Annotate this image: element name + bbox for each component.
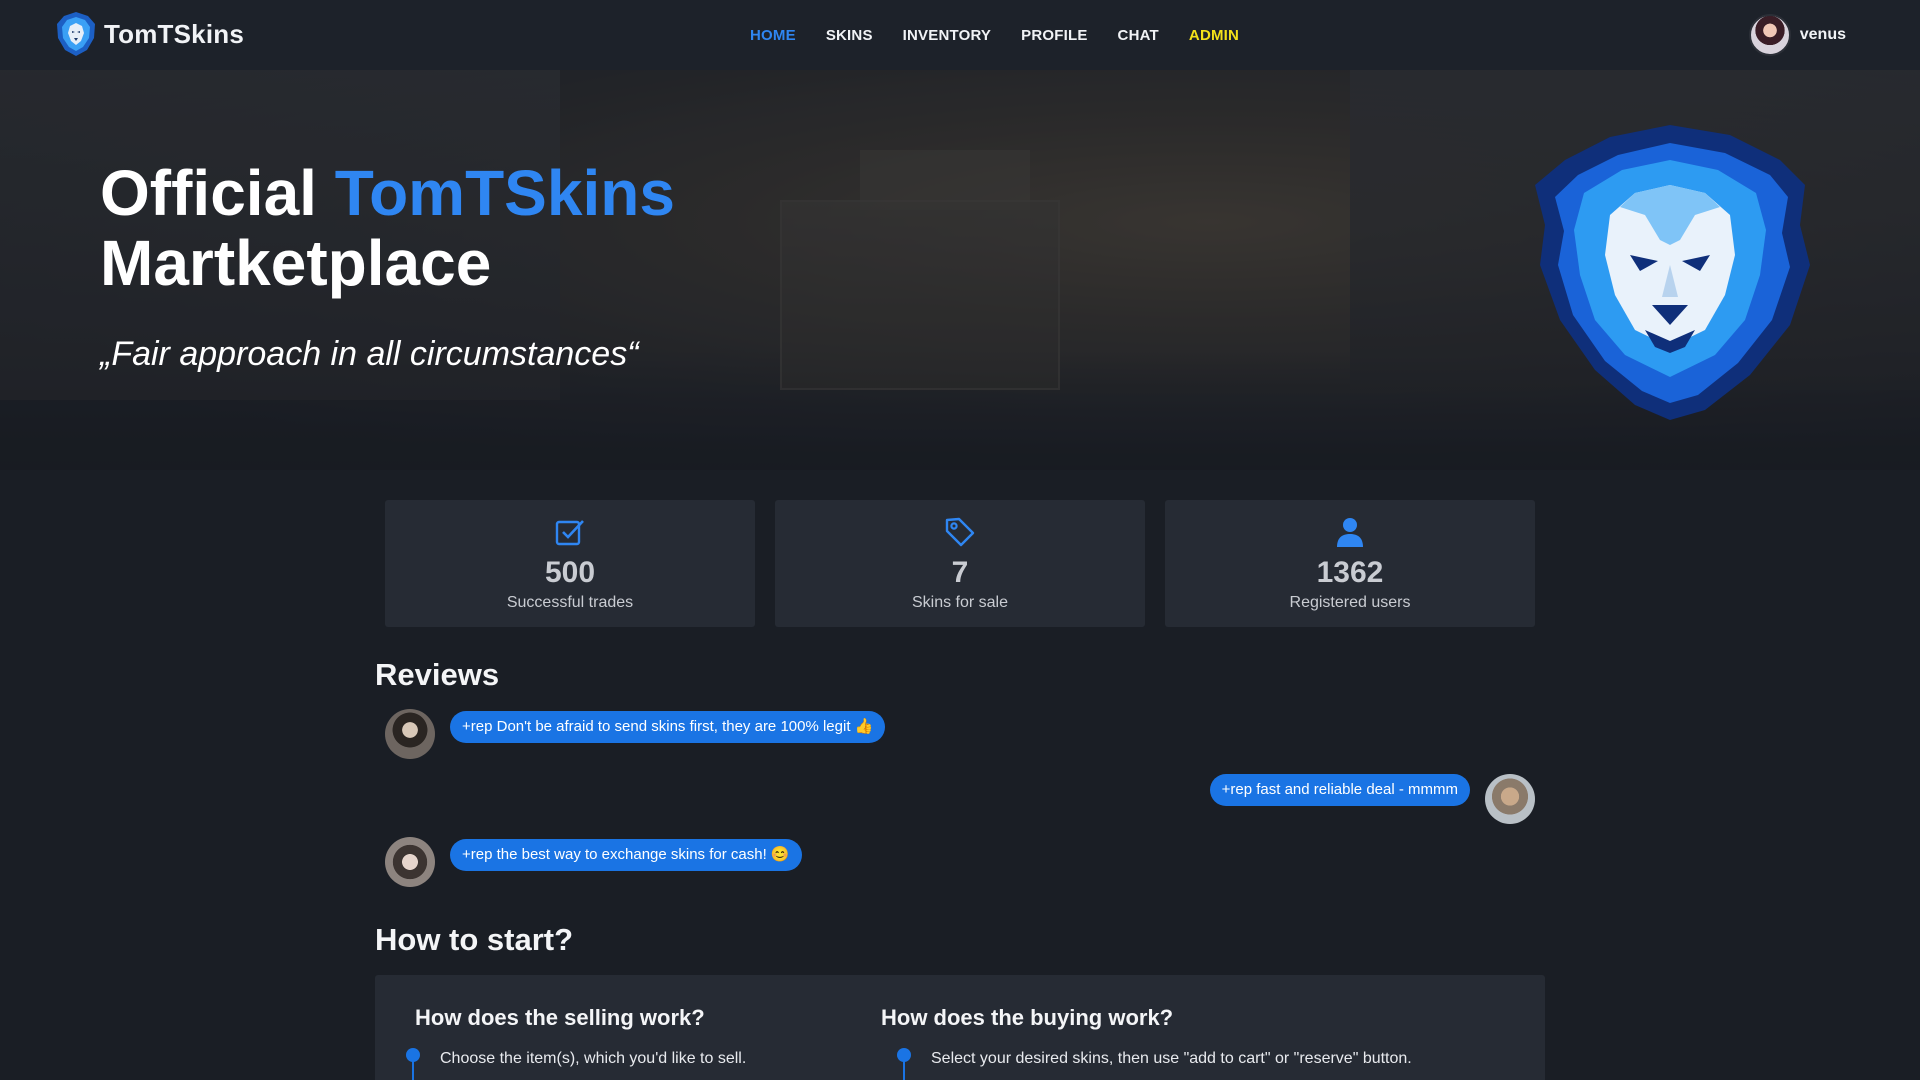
stat-card-skins: 7 Skins for sale bbox=[775, 500, 1145, 627]
brand-link[interactable]: TomTSkins bbox=[54, 10, 244, 58]
how-to-start-title: How to start? bbox=[375, 922, 574, 957]
nav-chat[interactable]: CHAT bbox=[1118, 27, 1159, 44]
review-bubble: +rep fast and reliable deal - mmmm bbox=[1209, 774, 1470, 806]
nav-admin[interactable]: ADMIN bbox=[1189, 27, 1239, 44]
main-nav: HOME SKINS INVENTORY PROFILE CHAT ADMIN bbox=[750, 0, 1269, 70]
stat-label: Successful trades bbox=[506, 594, 634, 611]
review-bubble: +rep the best way to exchange skins for … bbox=[450, 839, 802, 871]
hero-title-suffix: Martketplace bbox=[100, 227, 492, 299]
stat-card-users: 1362 Registered users bbox=[1165, 500, 1535, 627]
navbar: TomTSkins HOME SKINS INVENTORY PROFILE C… bbox=[0, 0, 1920, 70]
timeline-dot bbox=[897, 1048, 911, 1062]
reviewer-avatar bbox=[1485, 774, 1535, 824]
user-menu[interactable]: venus bbox=[1748, 14, 1846, 56]
review-bubble: +rep Don't be afraid to send skins first… bbox=[450, 711, 886, 743]
brand-name: TomTSkins bbox=[104, 18, 245, 49]
how-to-start-panel: How does the selling work? Choose the it… bbox=[375, 975, 1545, 1080]
lion-logo-icon bbox=[57, 12, 95, 56]
timeline-dot bbox=[406, 1048, 420, 1062]
stat-label: Skins for sale bbox=[911, 594, 1009, 611]
hero-quote: „Fair approach in all circumstances“ bbox=[100, 335, 639, 373]
nav-skins[interactable]: SKINS bbox=[826, 27, 873, 44]
lion-logo-large-icon bbox=[1535, 125, 1810, 420]
reviewer-avatar bbox=[385, 709, 435, 759]
buying-step: Select your desired skins, then use "add… bbox=[931, 1050, 1412, 1067]
checkbox-icon bbox=[555, 520, 584, 546]
user-avatar[interactable] bbox=[1748, 14, 1791, 56]
stat-label: Registered users bbox=[1289, 594, 1411, 611]
tag-icon bbox=[945, 517, 975, 547]
stat-value: 500 bbox=[544, 556, 596, 589]
hero-banner: Official TomTSkins Martketplace „Fair ap… bbox=[0, 70, 1920, 470]
hero-title-prefix: Official bbox=[100, 157, 317, 229]
reviews-title: Reviews bbox=[375, 657, 500, 692]
selling-title: How does the selling work? bbox=[415, 1005, 705, 1030]
nav-inventory[interactable]: INVENTORY bbox=[903, 27, 991, 44]
timeline-line bbox=[412, 1061, 414, 1080]
nav-home[interactable]: HOME bbox=[750, 27, 796, 44]
timeline-line bbox=[903, 1061, 905, 1080]
user-icon bbox=[1337, 518, 1363, 547]
nav-profile[interactable]: PROFILE bbox=[1021, 27, 1087, 44]
stat-value: 7 bbox=[951, 556, 969, 589]
stat-card-trades: 500 Successful trades bbox=[385, 500, 755, 627]
username[interactable]: venus bbox=[1800, 26, 1846, 44]
stats-row: 500 Successful trades 7 Skins for sale 1… bbox=[385, 500, 1535, 627]
stat-value: 1362 bbox=[1316, 556, 1384, 589]
buying-title: How does the buying work? bbox=[881, 1005, 1174, 1030]
selling-step: Choose the item(s), which you'd like to … bbox=[440, 1050, 747, 1067]
reviewer-avatar bbox=[385, 837, 435, 887]
hero-title: Official TomTSkins Martketplace bbox=[100, 158, 675, 298]
hero-title-brand: TomTSkins bbox=[334, 157, 675, 229]
